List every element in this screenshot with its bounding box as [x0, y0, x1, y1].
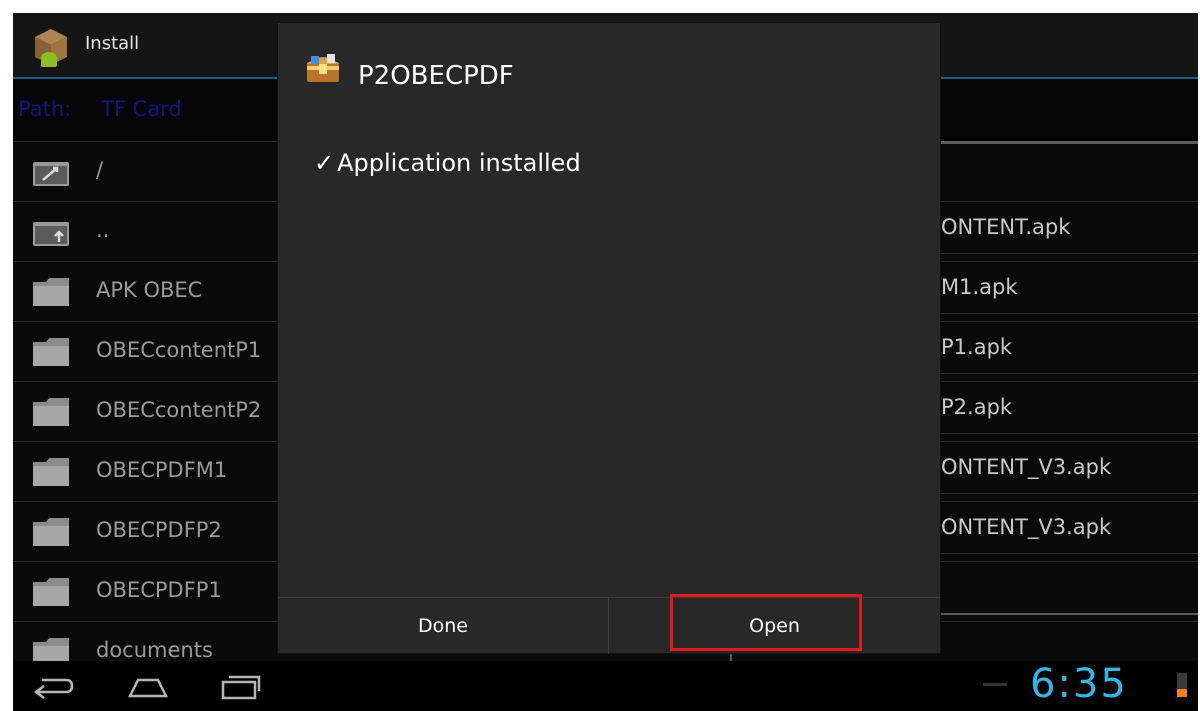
checkmark-icon: ✓ [314, 149, 335, 177]
android-screen: Install Path: TF Card / .. APK OBEC OBEC… [13, 13, 1198, 711]
done-button[interactable]: Done [278, 598, 608, 654]
android-package-icon [35, 29, 67, 67]
folder-name: OBECPDFM1 [96, 458, 228, 482]
folder-icon [33, 338, 69, 366]
file-divider [939, 313, 1198, 314]
apk-file-item[interactable]: ONTENT_V3.apk [941, 455, 1111, 479]
status-indicator [983, 683, 1007, 686]
open-button-highlight [670, 594, 862, 651]
file-divider [939, 433, 1198, 434]
path-value[interactable]: TF Card [101, 97, 182, 121]
home-icon[interactable] [126, 670, 170, 702]
recent-apps-icon[interactable] [219, 670, 263, 702]
folder-icon [33, 578, 69, 606]
install-dialog: P2OBECPDF ✓ Application installed Done Op… [278, 23, 940, 654]
folder-icon [33, 398, 69, 426]
folder-name: OBECcontentP1 [96, 338, 262, 362]
back-icon[interactable] [30, 670, 74, 702]
folder-name: OBECcontentP2 [96, 398, 262, 422]
folder-name: OBECPDFP1 [96, 578, 222, 602]
clock[interactable]: 6:35 [1030, 661, 1128, 707]
apk-file-item[interactable]: P2.apk [941, 395, 1012, 419]
message-text: Application installed [337, 149, 581, 177]
dialog-header: P2OBECPDF [278, 23, 940, 111]
dialog-title: P2OBECPDF [358, 61, 514, 91]
system-navigation-bar: 6:35 [13, 661, 1198, 711]
battery-level [1177, 689, 1187, 697]
apk-file-item[interactable]: ONTENT_V3.apk [941, 515, 1111, 539]
folder-icon [33, 278, 69, 306]
folder-up-icon [33, 222, 69, 246]
folder-name: .. [96, 218, 110, 242]
path-label: Path: [18, 97, 72, 121]
file-divider [939, 373, 1198, 374]
folder-name: APK OBEC [96, 278, 203, 302]
apk-file-item[interactable]: P1.apk [941, 335, 1012, 359]
folder-icon [33, 458, 69, 486]
file-divider [939, 553, 1198, 554]
folder-name: OBECPDFP2 [96, 518, 222, 542]
dialog-message: ✓ Application installed [314, 149, 581, 177]
apk-file-item[interactable]: M1.apk [941, 275, 1018, 299]
treasure-chest-app-icon [307, 54, 339, 82]
folder-name: documents [96, 638, 213, 662]
folder-up-root-icon [33, 162, 69, 186]
apk-file-item[interactable]: ONTENT.apk [941, 215, 1070, 239]
folder-icon [33, 518, 69, 546]
file-divider [939, 493, 1198, 494]
pane-divider [939, 141, 1198, 144]
folder-name: / [96, 158, 104, 182]
app-title: Install [85, 33, 140, 54]
file-divider [939, 253, 1198, 254]
